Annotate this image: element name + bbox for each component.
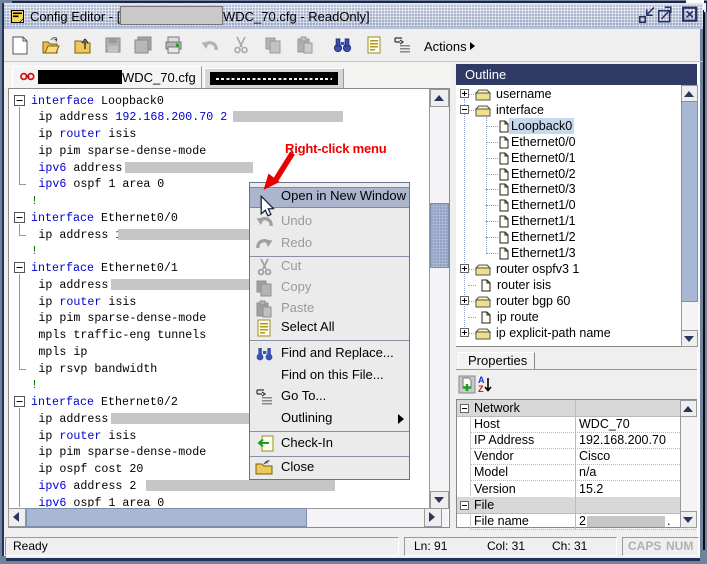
svg-text:Z: Z: [478, 384, 484, 394]
